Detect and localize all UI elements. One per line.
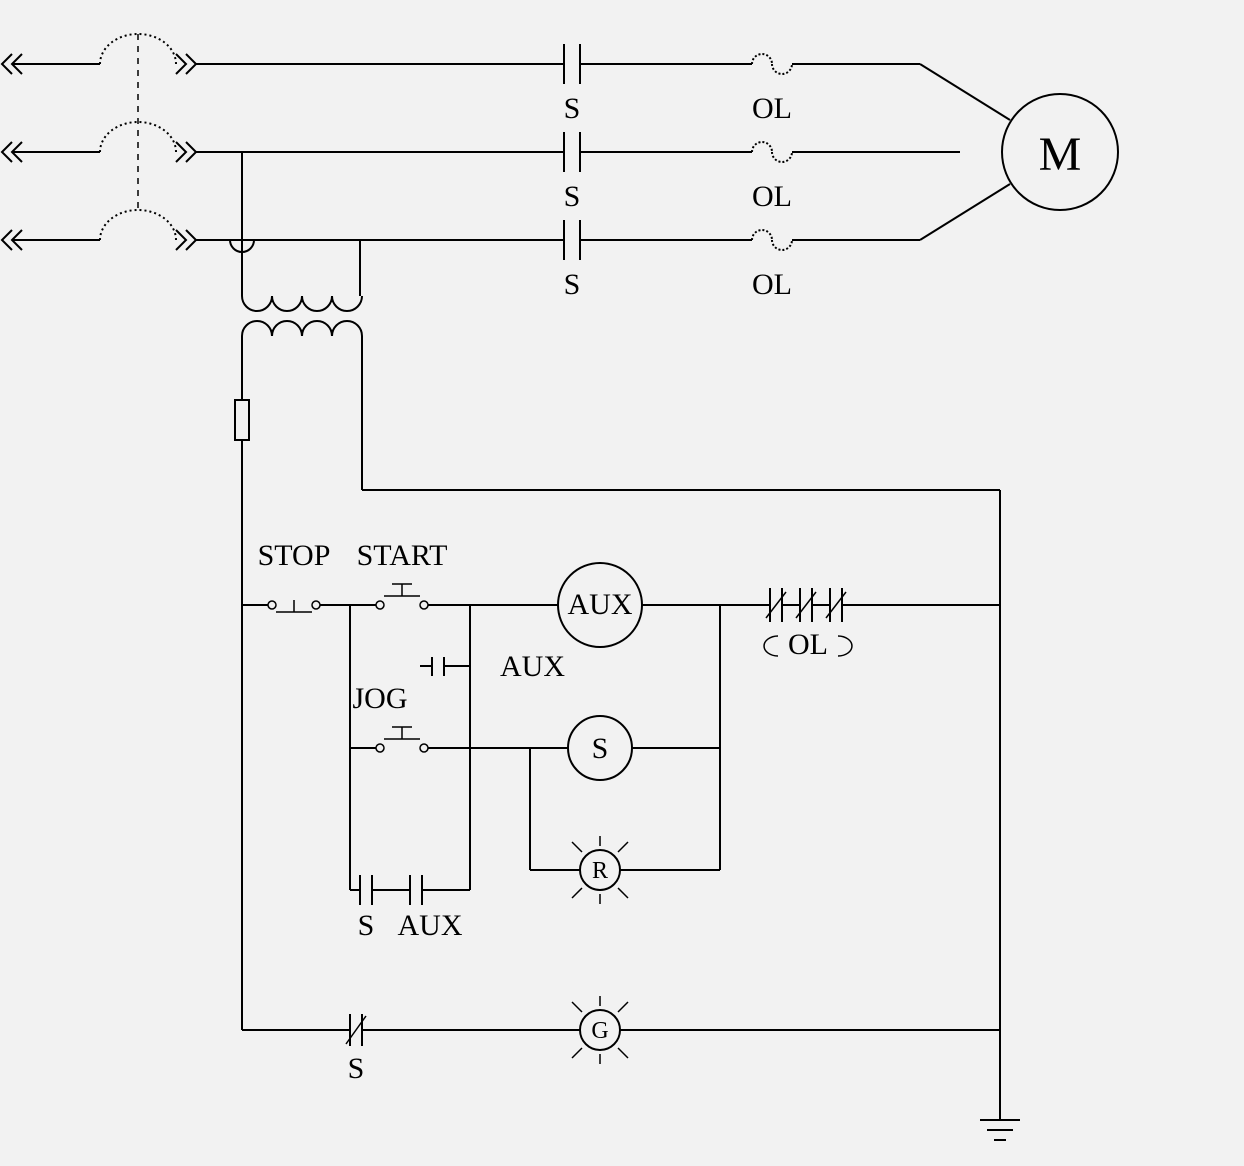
label-jog: JOG — [352, 682, 407, 715]
power-line-1 — [2, 34, 920, 84]
label-aux-coil: AUX — [568, 588, 633, 621]
label-ol-2: OL — [752, 180, 792, 213]
run-lamp: R — [530, 836, 720, 904]
label-motor: M — [1039, 128, 1082, 181]
control-fuse — [235, 380, 249, 1030]
label-start: START — [357, 539, 448, 572]
label-s-nc: S — [348, 1052, 365, 1085]
label-ol-1: OL — [752, 92, 792, 125]
label-aux-seal: AUX — [398, 909, 463, 942]
motor-control-schematic: S S S OL OL OL M STOP START AUX — [0, 0, 1244, 1166]
aux-holding-contact: AUX — [420, 650, 565, 683]
label-s-contact-2: S — [564, 180, 581, 213]
label-s-coil: S — [592, 732, 609, 765]
stop-indicator-rung: S G — [242, 996, 1000, 1085]
power-line-3 — [2, 210, 920, 260]
seal-in-contacts: S AUX — [350, 748, 470, 942]
control-transformer — [242, 152, 362, 490]
label-s-contact-1: S — [564, 92, 581, 125]
label-aux-contact: AUX — [500, 650, 565, 683]
label-g-lamp: G — [591, 1018, 608, 1044]
jog-rung: JOG S — [350, 682, 720, 890]
label-stop: STOP — [258, 539, 331, 572]
label-s-seal: S — [358, 909, 375, 942]
label-ol-ctrl: OL — [788, 628, 828, 661]
ground-symbol — [980, 1100, 1020, 1140]
label-s-contact-3: S — [564, 268, 581, 301]
power-line-2 — [2, 122, 960, 172]
label-r-lamp: R — [592, 858, 608, 884]
label-ol-3: OL — [752, 268, 792, 301]
ol-nc-contacts — [766, 588, 846, 622]
